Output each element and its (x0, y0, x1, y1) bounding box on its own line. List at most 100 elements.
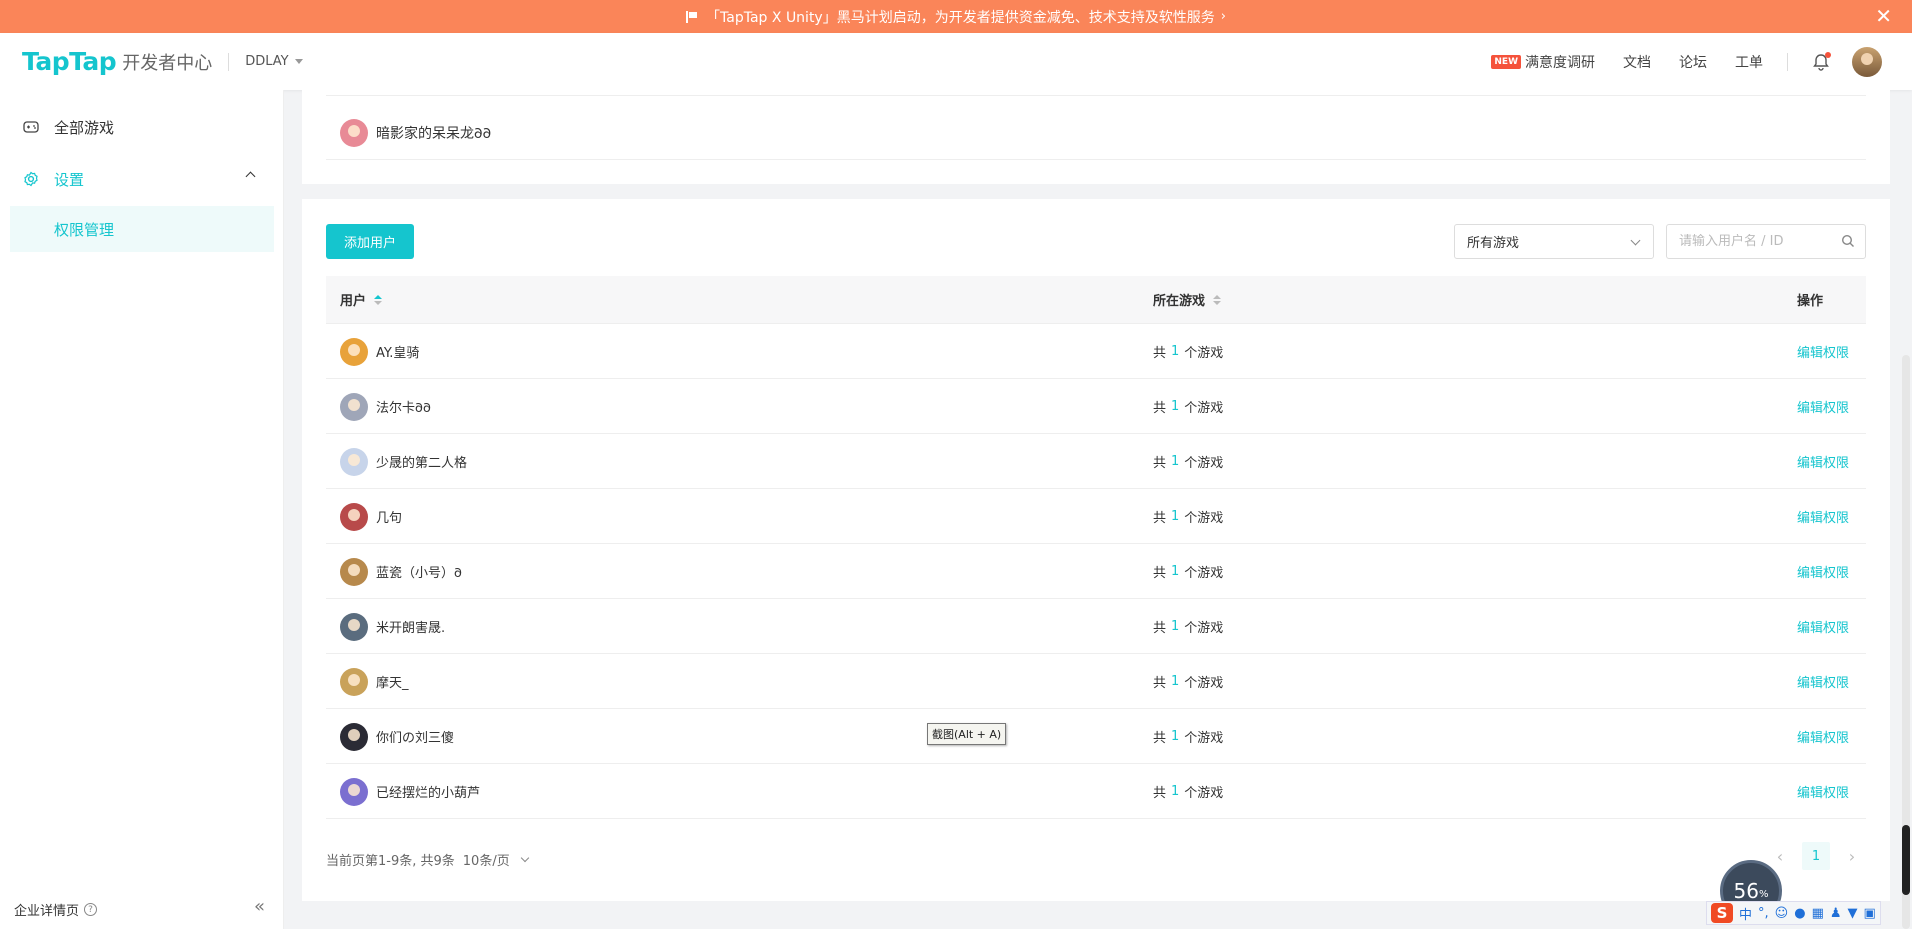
ime-toolbar[interactable]: S 中 °, ☺ ● ▦ ♟ ▼ ▣ (1706, 901, 1881, 925)
search-input[interactable] (1679, 234, 1839, 249)
forum-link[interactable]: 论坛 (1679, 52, 1707, 72)
header-divider (228, 52, 230, 71)
user-name: 你们の刘三傻 (376, 731, 455, 746)
add-user-button[interactable]: 添加用户 (326, 224, 414, 259)
table-row: 已经摆烂的小葫芦 共 1 个游戏 编辑权限 (326, 764, 1866, 819)
games-count[interactable]: 1 (1171, 729, 1179, 744)
avatar (340, 722, 368, 751)
edit-permission-link[interactable]: 编辑权限 (1797, 599, 1849, 654)
games-cell: 共 1 个游戏 (1153, 764, 1223, 819)
chevron-up-icon (245, 171, 256, 182)
sidebar: 全部游戏 设置 权限管理 企业详情页 ? « (0, 90, 284, 929)
edit-permission-link[interactable]: 编辑权限 (1797, 544, 1849, 599)
edit-permission-link[interactable]: 编辑权限 (1797, 434, 1849, 489)
avatar (340, 777, 368, 806)
games-cell: 共 1 个游戏 (1153, 599, 1223, 654)
games-count[interactable]: 1 (1171, 619, 1179, 634)
games-count[interactable]: 1 (1171, 784, 1179, 799)
sidebar-item-settings[interactable]: 设置 (10, 156, 274, 202)
user-name: 米开朗害晟. (376, 621, 446, 636)
avatar (340, 557, 368, 586)
games-count[interactable]: 1 (1171, 509, 1179, 524)
games-suffix: 个游戏 (1184, 511, 1224, 526)
list-item[interactable]: 暗影家的呆呆龙𐐀𐐀 (326, 106, 1866, 160)
table-body: AY.皇骑 共 1 个游戏 编辑权限 法尔卡𐐀𐐀 共 1 个游戏 编辑权限 少晟… (326, 324, 1866, 819)
collapse-sidebar-icon[interactable]: « (254, 896, 265, 917)
sidebar-item-permissions[interactable]: 权限管理 (10, 206, 274, 252)
games-count[interactable]: 1 (1171, 344, 1179, 359)
menu-grid-icon[interactable]: ▣ (1864, 906, 1876, 921)
user-name: 几句 (376, 511, 403, 526)
next-page-icon[interactable]: › (1838, 842, 1866, 870)
scrollbar-thumb[interactable] (1902, 825, 1910, 895)
close-icon[interactable]: ✕ (1875, 5, 1892, 27)
edit-permission-link[interactable]: 编辑权限 (1797, 489, 1849, 544)
user-cell: 米开朗害晟. (340, 599, 445, 654)
games-prefix: 共 (1153, 621, 1167, 636)
search-icon[interactable] (1841, 234, 1855, 252)
user-avatar[interactable] (1852, 46, 1882, 77)
speed-value: 56 (1733, 879, 1759, 903)
games-prefix: 共 (1153, 511, 1167, 526)
games-suffix: 个游戏 (1184, 566, 1224, 581)
edit-permission-link[interactable]: 编辑权限 (1797, 324, 1849, 379)
game-filter-select[interactable]: 所有游戏 (1454, 224, 1654, 259)
table-row: 法尔卡𐐀𐐀 共 1 个游戏 编辑权限 (326, 379, 1866, 434)
survey-link[interactable]: NEW 满意度调研 (1491, 52, 1595, 72)
ime-mode[interactable]: 中 (1739, 904, 1752, 923)
edit-permission-link[interactable]: 编辑权限 (1797, 709, 1849, 764)
chevron-down-icon (1630, 235, 1641, 246)
list-item-partial (326, 76, 1866, 96)
new-badge: NEW (1491, 54, 1521, 69)
avatar (340, 337, 368, 366)
company-detail-link[interactable]: 企业详情页 ? (14, 900, 98, 919)
column-games[interactable]: 所在游戏 (1153, 290, 1222, 309)
pager: ‹ 1 › (1766, 842, 1866, 870)
page-size-select[interactable]: 10条/页 (463, 850, 529, 869)
column-games-label: 所在游戏 (1153, 294, 1206, 309)
ticket-link[interactable]: 工单 (1735, 52, 1763, 72)
flag-icon (686, 10, 698, 23)
user-name: 蓝瓷（小号）𐐀 (376, 566, 462, 581)
emoji-icon[interactable]: ☺ (1775, 906, 1789, 921)
games-count[interactable]: 1 (1171, 564, 1179, 579)
skin-icon[interactable]: ▼ (1848, 906, 1858, 921)
user-permission-card: 添加用户 所有游戏 用户 所在游戏 操作 AY.皇骑 共 1 (302, 199, 1890, 901)
ime-punct[interactable]: °, (1758, 906, 1769, 921)
table-row: 蓝瓷（小号）𐐀 共 1 个游戏 编辑权限 (326, 544, 1866, 599)
column-user[interactable]: 用户 (340, 290, 383, 309)
page-scrollbar[interactable] (1902, 355, 1910, 929)
games-count[interactable]: 1 (1171, 674, 1179, 689)
games-count[interactable]: 1 (1171, 399, 1179, 414)
banner-text[interactable]: 「TapTap X Unity」黑马计划启动，为开发者提供资金减免、技术支持及软… (706, 7, 1215, 27)
edit-permission-link[interactable]: 编辑权限 (1797, 764, 1849, 819)
edit-permission-link[interactable]: 编辑权限 (1797, 654, 1849, 709)
speed-unit: % (1758, 888, 1769, 900)
taptap-logo[interactable]: TapTap (22, 47, 117, 76)
keyboard-icon[interactable]: ▦ (1812, 906, 1824, 921)
user-name: 摩天_ (376, 676, 409, 691)
sidebar-item-all-games[interactable]: 全部游戏 (10, 104, 274, 150)
promo-banner[interactable]: 「TapTap X Unity」黑马计划启动，为开发者提供资金减免、技术支持及软… (0, 0, 1912, 33)
bell-icon[interactable] (1812, 51, 1831, 71)
survey-label: 满意度调研 (1525, 54, 1595, 71)
sidebar-item-label: 全部游戏 (54, 118, 115, 137)
games-cell: 共 1 个游戏 (1153, 324, 1223, 379)
user-cell: 法尔卡𐐀𐐀 (340, 379, 431, 434)
page-number[interactable]: 1 (1802, 842, 1830, 870)
microphone-icon[interactable]: ● (1794, 906, 1805, 921)
games-cell: 共 1 个游戏 (1153, 544, 1223, 599)
docs-link[interactable]: 文档 (1623, 52, 1651, 72)
sort-icon (374, 294, 383, 305)
notification-dot (1825, 51, 1831, 58)
org-switcher[interactable]: DDLAY (245, 54, 303, 69)
avatar (340, 612, 368, 641)
org-name: DDLAY (245, 54, 289, 69)
games-prefix: 共 (1153, 401, 1167, 416)
games-count[interactable]: 1 (1171, 454, 1179, 469)
edit-permission-link[interactable]: 编辑权限 (1797, 379, 1849, 434)
user-name: 法尔卡𐐀𐐀 (376, 401, 431, 416)
games-cell: 共 1 个游戏 (1153, 489, 1223, 544)
header-divider (1787, 52, 1788, 71)
user-icon[interactable]: ♟ (1830, 906, 1842, 921)
